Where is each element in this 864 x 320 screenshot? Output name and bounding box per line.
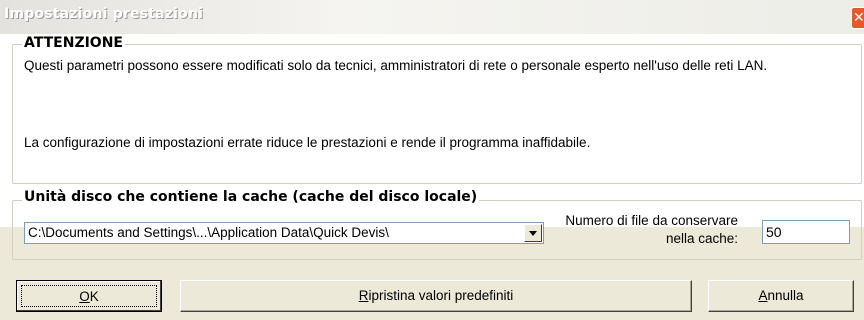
restore-defaults-button[interactable]: Ripristina valori predefiniti: [180, 280, 692, 312]
ok-button[interactable]: OK: [16, 280, 162, 312]
dropdown-button[interactable]: [524, 224, 542, 242]
file-count-label-line2: nella cache:: [665, 231, 738, 246]
window-title: Impostazioni prestazioni: [4, 6, 204, 22]
file-count-label: Numero di file da conservare nella cache…: [565, 212, 738, 248]
file-count-label-line1: Numero di file da conservare: [565, 213, 738, 228]
cancel-button[interactable]: Annulla: [708, 280, 854, 312]
warning-text-1: Questi parametri possono essere modifica…: [24, 58, 768, 73]
file-count-input[interactable]: 50: [762, 220, 850, 244]
warning-heading: ATTENZIONE: [22, 35, 125, 51]
focus-rectangle: OK: [21, 285, 157, 307]
cache-path-dropdown[interactable]: C:\Documents and Settings\...\Applicatio…: [24, 222, 544, 244]
close-button[interactable]: ✕: [851, 7, 864, 29]
ok-mnemonic: O: [79, 289, 90, 304]
ok-label-rest: K: [89, 289, 99, 304]
reset-label-rest: ipristina valori predefiniti: [368, 288, 514, 303]
cache-heading: Unità disco che contiene la cache (cache…: [22, 189, 480, 205]
cache-path-value: C:\Documents and Settings\...\Applicatio…: [28, 225, 389, 240]
title-bar[interactable]: Impostazioni prestazioni ✕: [0, 0, 864, 34]
close-icon: ✕: [853, 10, 864, 26]
cancel-label-rest: nnulla: [767, 288, 804, 303]
reset-mnemonic: R: [358, 288, 369, 303]
warning-text-2: La configurazione di impostazioni errate…: [24, 135, 591, 150]
chevron-down-icon: [529, 231, 537, 236]
